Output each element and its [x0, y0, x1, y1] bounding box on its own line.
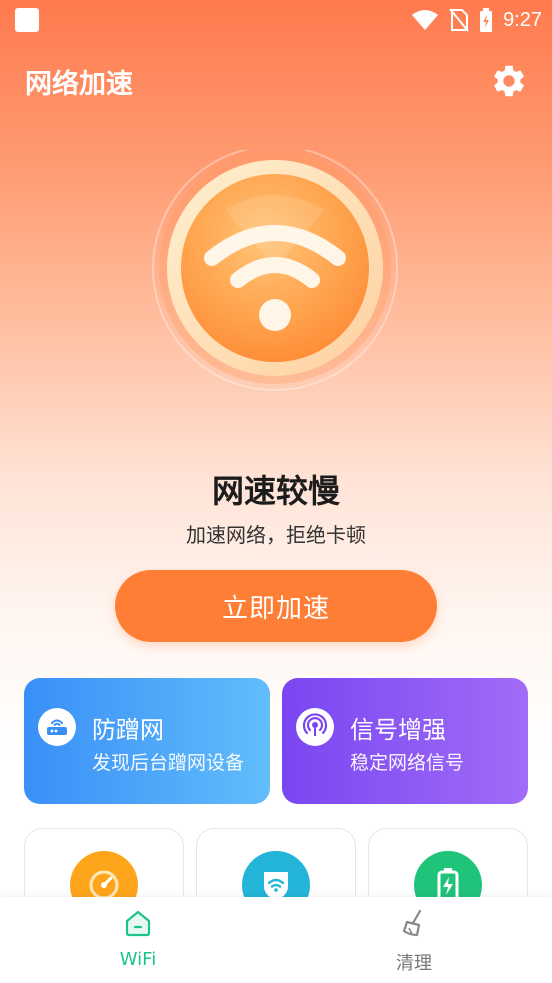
- network-status-subtitle: 加速网络，拒绝卡顿: [186, 523, 366, 547]
- tab-wifi[interactable]: WiFi: [0, 897, 276, 983]
- signal-boost-card[interactable]: 信号增强 稳定网络信号: [282, 678, 528, 804]
- home-icon: [125, 910, 151, 937]
- settings-gear-icon[interactable]: [490, 62, 528, 100]
- wifi-dot: [259, 299, 291, 331]
- broom-icon: [402, 909, 422, 937]
- tab-clean[interactable]: 清理: [276, 897, 552, 983]
- anti-freeloading-card[interactable]: 防蹭网 发现后台蹭网设备: [24, 678, 270, 804]
- signal-broadcast-icon: [296, 708, 334, 746]
- page-title: 网络加速: [25, 69, 133, 100]
- card-subtitle: 稳定网络信号: [350, 752, 465, 774]
- notification-icon: [15, 8, 39, 32]
- card-title: 防蹭网: [92, 716, 164, 744]
- no-sim-icon: [449, 8, 469, 32]
- tab-label: 清理: [396, 953, 432, 974]
- status-bar: 9:27: [0, 0, 552, 40]
- card-subtitle: 发现后台蹭网设备: [92, 752, 245, 774]
- wifi-status-icon: [412, 10, 439, 30]
- bottom-navigation: WiFi 清理: [0, 897, 552, 983]
- accelerate-now-button[interactable]: 立即加速: [115, 570, 437, 642]
- clock-time: 9:27: [503, 8, 542, 31]
- wifi-speed-orb[interactable]: [150, 150, 400, 400]
- router-icon: [38, 708, 76, 746]
- status-icons: 9:27: [411, 6, 542, 34]
- tab-label: WiFi: [119, 949, 157, 970]
- card-title: 信号增强: [350, 716, 446, 744]
- network-status-title: 网速较慢: [211, 472, 340, 510]
- battery-icon: [480, 8, 493, 32]
